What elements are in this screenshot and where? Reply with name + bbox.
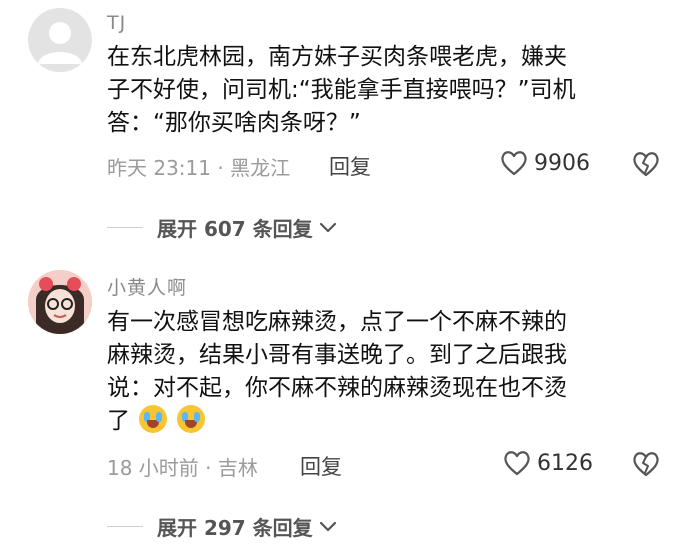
like-count: 6126 xyxy=(537,450,593,476)
divider-line xyxy=(107,526,143,527)
broken-heart-icon xyxy=(633,452,659,477)
comment-text-line: 答：“那你买啥肉条呀？” xyxy=(107,110,361,136)
reply-button[interactable]: 回复 xyxy=(329,151,371,181)
comment-meta: 18 小时前 · 吉林 xyxy=(107,456,258,480)
expand-replies-label: 展开 297 条回复 xyxy=(157,516,313,540)
chevron-down-icon xyxy=(319,521,336,531)
comment-text-line: 了 xyxy=(107,408,130,434)
user-photo-avatar[interactable] xyxy=(28,270,92,334)
dislike-button[interactable] xyxy=(632,151,660,181)
broken-heart-icon xyxy=(633,152,659,177)
comment-username[interactable]: TJ xyxy=(107,12,126,34)
avatar-photo-icon xyxy=(28,270,92,334)
dislike-button[interactable] xyxy=(632,451,660,481)
default-avatar-icon[interactable] xyxy=(28,8,92,72)
comment-text-line: 说：对不起，你不麻不辣的麻辣烫现在也不烫 xyxy=(107,375,567,401)
like-count: 9906 xyxy=(534,150,590,176)
comment-text-line: 在东北虎林园，南方妹子买肉条喂老虎，嫌夹 xyxy=(107,44,567,70)
comment-meta: 昨天 23:11 · 黑龙江 xyxy=(107,156,291,180)
person-silhouette-icon xyxy=(38,22,82,64)
like-button[interactable]: 6126 xyxy=(503,450,593,476)
comment-text: 有一次感冒想吃麻辣烫，点了一个不麻不辣的 麻辣烫，结果小哥有事送晚了。到了之后跟… xyxy=(107,306,667,438)
comment-text-line: 有一次感冒想吃麻辣烫，点了一个不麻不辣的 xyxy=(107,309,567,335)
expand-replies-button[interactable]: 展开 297 条回复 xyxy=(107,512,337,541)
expand-replies-button[interactable]: 展开 607 条回复 xyxy=(107,213,337,242)
comment-username[interactable]: 小黄人啊 xyxy=(107,273,187,300)
comment-text-line-last: 了 xyxy=(107,405,667,438)
heart-icon xyxy=(504,451,530,476)
reply-button[interactable]: 回复 xyxy=(300,451,342,481)
chevron-down-icon xyxy=(319,222,336,232)
comment-text-line: 子不好使，问司机:“我能拿手直接喂吗？”司机 xyxy=(107,77,576,103)
like-button[interactable]: 9906 xyxy=(500,150,590,176)
crying-laughing-emoji-icon xyxy=(176,405,205,433)
crying-laughing-emoji-icon xyxy=(139,405,168,433)
comment-text: 在东北虎林园，南方妹子买肉条喂老虎，嫌夹 子不好使，问司机:“我能拿手直接喂吗？… xyxy=(107,41,667,140)
heart-icon xyxy=(501,151,527,176)
comment-text-line: 麻辣烫，结果小哥有事送晚了。到了之后跟我 xyxy=(107,342,567,368)
expand-replies-label: 展开 607 条回复 xyxy=(157,217,313,241)
divider-line xyxy=(107,227,143,228)
